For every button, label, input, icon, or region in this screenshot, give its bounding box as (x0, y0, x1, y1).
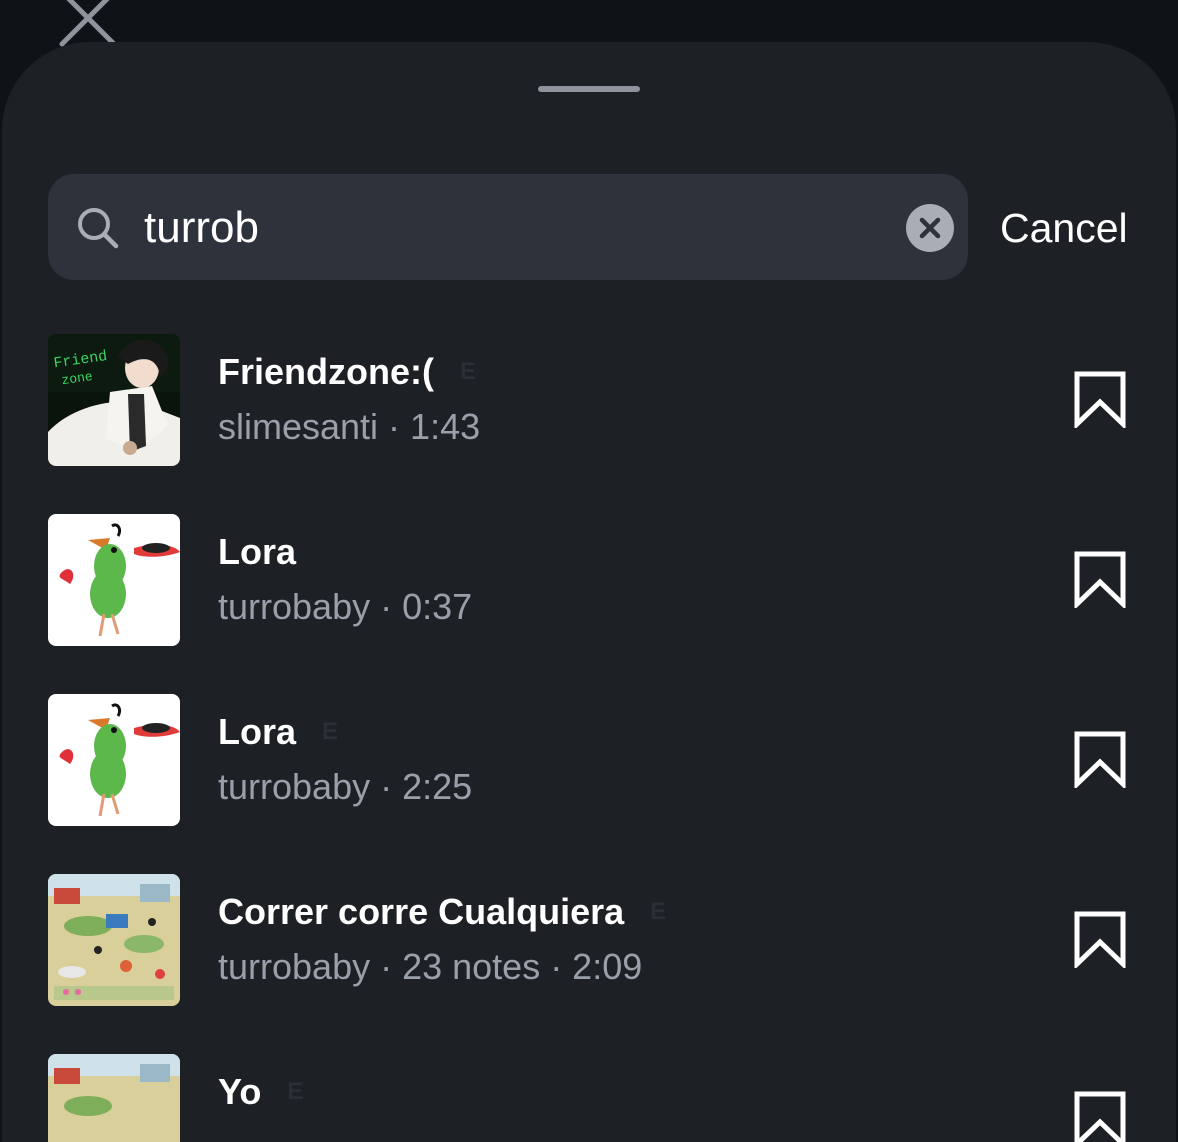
explicit-badge: E (650, 898, 667, 925)
album-art (48, 694, 180, 826)
search-input[interactable] (144, 198, 844, 258)
song-title: Correr corre Cualquiera (218, 891, 625, 932)
album-art (48, 874, 180, 1006)
song-result-row[interactable]: Lora E turrobaby · 2:25 (48, 694, 1168, 826)
bookmark-icon[interactable] (1072, 910, 1128, 968)
song-title: Yo (218, 1071, 262, 1112)
song-result-row[interactable]: Lora turrobaby · 0:37 (48, 514, 1168, 646)
close-icon[interactable] (58, 0, 118, 48)
song-meta: turrobaby · 23 notes · 2:09 (218, 946, 643, 987)
explicit-badge: E (459, 358, 476, 385)
bookmark-icon[interactable] (1072, 370, 1128, 428)
song-result-row[interactable]: Friend zone Friendzone:( E slimesanti · … (48, 334, 1168, 466)
song-meta: turrobaby · 0:37 (218, 586, 473, 627)
bookmark-icon[interactable] (1072, 1090, 1128, 1142)
song-result-row[interactable]: Yo E (48, 1054, 1168, 1142)
song-meta: slimesanti · 1:43 (218, 406, 481, 447)
explicit-badge: E (322, 718, 339, 745)
sheet-grabber[interactable] (538, 86, 640, 92)
cancel-button[interactable]: Cancel (1000, 200, 1128, 256)
search-icon (78, 208, 119, 249)
search-bar[interactable] (48, 174, 968, 280)
song-title: Lora (218, 711, 297, 752)
bookmark-icon[interactable] (1072, 730, 1128, 788)
song-title: Friendzone:( (218, 351, 434, 392)
music-search-sheet: Cancel Friend zone Friendzone:( E slimes… (2, 42, 1176, 1142)
clear-icon (919, 217, 941, 239)
clear-search-button[interactable] (906, 204, 954, 252)
album-art (48, 514, 180, 646)
song-result-row[interactable]: Correr corre Cualquiera E turrobaby · 23… (48, 874, 1168, 1006)
explicit-badge: E (287, 1078, 304, 1105)
song-title: Lora (218, 531, 297, 572)
album-art (48, 1054, 180, 1142)
album-art: Friend zone (48, 334, 180, 466)
bookmark-icon[interactable] (1072, 550, 1128, 608)
song-meta: turrobaby · 2:25 (218, 766, 473, 807)
